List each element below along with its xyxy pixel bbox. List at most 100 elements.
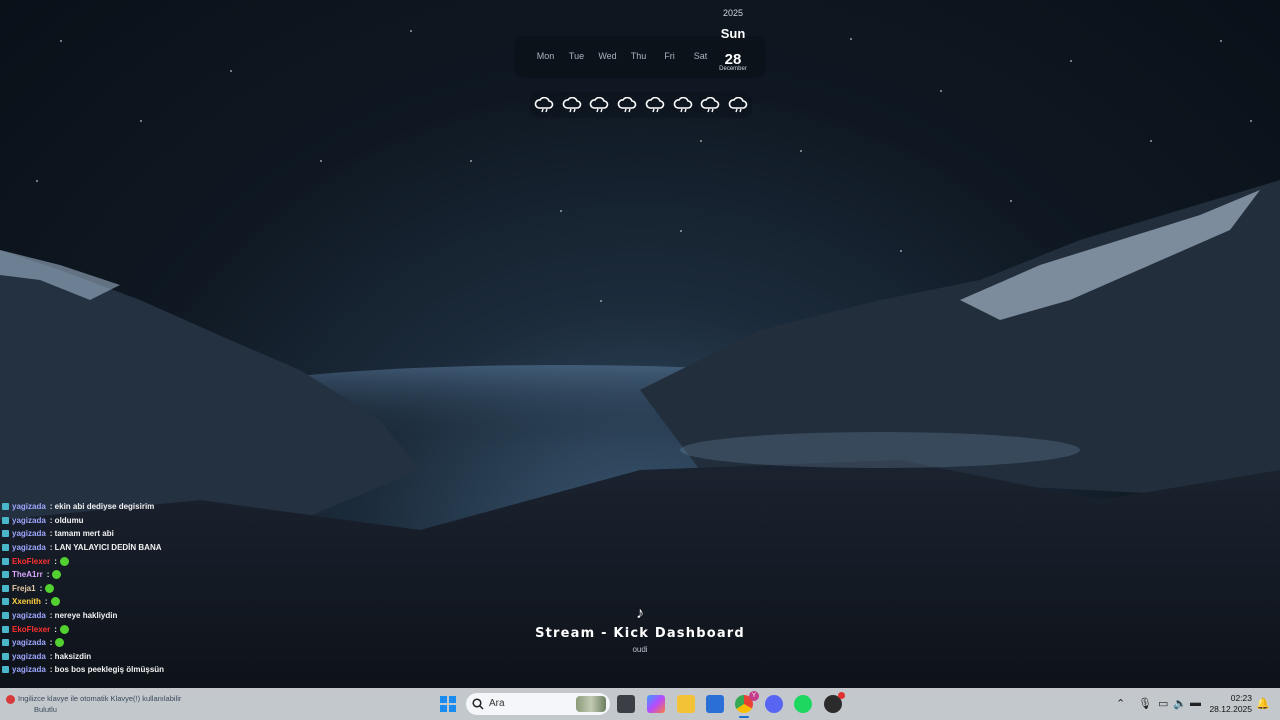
media-title: Stream - Kick Dashboard — [535, 626, 745, 641]
chat-username: TheA1rr — [12, 570, 43, 580]
network-icon[interactable]: ▭ — [1158, 697, 1168, 710]
subscriber-badge-icon — [2, 584, 9, 592]
emote-icon — [59, 556, 69, 566]
cloud-rain-icon — [532, 92, 556, 118]
today-month: December — [719, 66, 747, 72]
taskbar: Ingilizce klavye ile otomatik Klavye(!) … — [0, 688, 1280, 720]
clock-time: 02:23 — [1230, 693, 1252, 703]
chat-message: Freja1: — [2, 582, 302, 596]
weather-forecast — [530, 92, 752, 118]
file-explorer-icon[interactable] — [677, 695, 695, 713]
chat-username: yagizada — [12, 515, 46, 525]
weekday-sat: Sat — [693, 51, 708, 61]
chat-message: yagizada: oldumu — [2, 514, 302, 528]
subscriber-badge-icon — [2, 652, 9, 660]
subscriber-badge-icon — [2, 557, 9, 565]
chat-text: : — [54, 624, 57, 634]
cloud-rain-icon — [726, 92, 750, 118]
battery-icon[interactable]: ▬ — [1190, 697, 1201, 709]
chat-text: : oldumu — [49, 515, 84, 525]
chat-text: : — [54, 556, 57, 566]
subscriber-badge-icon — [2, 625, 9, 633]
chat-text: : tamam mert abi — [49, 529, 114, 539]
chat-text: : — [49, 638, 53, 648]
subscriber-badge-icon — [2, 639, 9, 647]
subscriber-badge-icon — [2, 544, 9, 552]
chat-text: : — [44, 597, 48, 607]
chat-username: EkoFlexer — [12, 624, 51, 634]
notifications-bell-icon[interactable]: 🔔 — [1256, 697, 1270, 710]
chat-message: yagizada: ekin abi dediyse degisirim — [2, 500, 302, 514]
chat-text: : nereye hakliydin — [49, 611, 118, 621]
chrome-icon[interactable]: Y — [735, 691, 759, 718]
cloud-rain-icon — [643, 92, 667, 118]
taskbar-notification[interactable]: Ingilizce klavye ile otomatik Klavye(!) … — [6, 693, 181, 715]
chat-message: yagizada: bos bos peeklegiş ölmüşsün — [2, 663, 302, 677]
emote-icon — [55, 638, 65, 648]
chat-username: EkoFlexer — [12, 556, 51, 566]
cloud-rain-icon — [560, 92, 584, 118]
cloud-rain-icon — [671, 92, 695, 118]
notification-line-1: Ingilizce klavye ile otomatik Klavye(!) … — [18, 694, 182, 703]
calendar-year: 2025 — [722, 8, 744, 18]
microsoft-store-icon[interactable] — [706, 695, 724, 713]
subscriber-badge-icon — [2, 530, 9, 538]
calendar-weekdays: Mon Tue Wed Thu Fri Sat — [530, 51, 716, 61]
weekday-fri: Fri — [664, 51, 675, 61]
weekday-thu: Thu — [630, 51, 647, 61]
chat-text: : — [46, 570, 50, 580]
emote-icon — [59, 624, 69, 634]
cloud-rain-icon — [698, 92, 722, 118]
chat-text: : — [39, 583, 43, 593]
chat-message: yagizada: haksizdin — [2, 650, 302, 664]
chat-username: yagizada — [12, 651, 46, 661]
search-icon — [472, 698, 484, 710]
task-view-icon[interactable] — [617, 695, 635, 713]
notification-dot-icon — [838, 692, 845, 699]
cloud-rain-icon — [587, 92, 611, 118]
chat-message: yagizada: nereye hakliydin — [2, 609, 302, 623]
discord-icon[interactable] — [765, 695, 783, 713]
search-placeholder: Ara — [489, 698, 505, 709]
cloud-rain-icon — [615, 92, 639, 118]
start-button[interactable] — [440, 696, 456, 712]
chat-username: yagizada — [12, 543, 46, 553]
chat-username: yagizada — [12, 638, 46, 648]
weekday-mon: Mon — [536, 51, 555, 61]
subscriber-badge-icon — [2, 666, 9, 674]
app-icon[interactable] — [824, 692, 845, 713]
microphone-icon[interactable]: 🎙 — [1138, 697, 1152, 710]
subscriber-badge-icon — [2, 598, 9, 606]
emote-icon — [50, 597, 60, 607]
subscriber-badge-icon — [2, 503, 9, 511]
chat-message: yagizada: — [2, 636, 302, 650]
emote-icon — [45, 583, 55, 593]
notification-badge-icon — [6, 694, 15, 704]
search-highlight-image — [576, 696, 606, 712]
chat-username: yagizada — [12, 529, 46, 539]
chevron-up-icon[interactable]: ⌃ — [1116, 697, 1125, 710]
notification-line-2: Bulutlu — [34, 705, 57, 714]
clock-date: 28.12.2025 — [1209, 704, 1252, 714]
copilot-icon[interactable] — [647, 695, 665, 713]
chat-username: yagizada — [12, 502, 46, 512]
spotify-icon[interactable] — [794, 695, 812, 713]
weekday-wed: Wed — [598, 51, 617, 61]
media-widget: ♪ Stream - Kick Dashboard oudi — [440, 605, 840, 654]
calendar-today: Sun 28 December — [714, 26, 752, 72]
taskbar-search[interactable]: Ara — [466, 693, 610, 715]
subscriber-badge-icon — [2, 612, 9, 620]
chat-text: : LAN YALAYICI DEDİN BANA — [49, 543, 162, 553]
emote-icon — [52, 570, 62, 580]
subscriber-badge-icon — [2, 516, 9, 524]
taskbar-clock[interactable]: 02:23 28.12.2025 — [1206, 693, 1252, 715]
volume-icon[interactable]: 🔈 — [1173, 697, 1187, 710]
chat-username: Freja1 — [12, 583, 36, 593]
chat-text: : bos bos peeklegiş ölmüşsün — [49, 665, 165, 675]
subscriber-badge-icon — [2, 571, 9, 579]
chat-message: Xxenith: — [2, 595, 302, 609]
chat-message: yagizada: LAN YALAYICI DEDİN BANA — [2, 541, 302, 555]
chat-message: TheA1rr: — [2, 568, 302, 582]
weekday-tue: Tue — [568, 51, 585, 61]
chat-overlay: yagizada: ekin abi dediyse degisirim yagi… — [2, 500, 302, 677]
